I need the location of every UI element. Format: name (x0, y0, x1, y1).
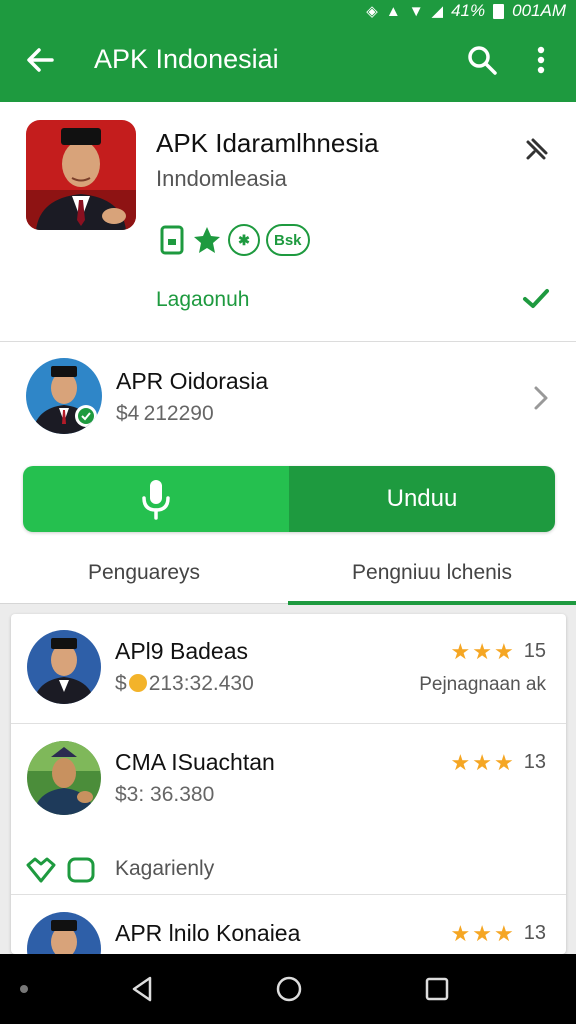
rating-count: 13 (523, 751, 546, 773)
list-item-badges (25, 855, 97, 885)
status-bar: ◈ ▲ ▼ ◢ 41% 001AM (366, 0, 566, 22)
list-item-avatar (27, 630, 101, 704)
list-item[interactable]: APl9 Badeas $213:32.430 ★ ★ ★ 15 Pejnagn… (11, 614, 566, 724)
more-vert-icon[interactable] (526, 42, 556, 78)
battery-icon (493, 3, 505, 19)
system-nav-bar (0, 954, 576, 1024)
star-icon: ★ (472, 638, 493, 664)
nav-home-icon[interactable] (274, 974, 304, 1004)
app-list: APl9 Badeas $213:32.430 ★ ★ ★ 15 Pejnagn… (11, 614, 566, 954)
tab-label: Penguareys (87, 561, 201, 584)
star-icon: ★ (494, 749, 514, 775)
heart-icon (26, 857, 56, 883)
list-item[interactable]: CMA ISuachtan $3: 36.380 ★ ★ ★ 13 Kagari… (11, 725, 566, 895)
tab-bar: Penguareys Pengniuu lchenis (0, 542, 576, 605)
list-item-price-value: 213:32.430 (148, 672, 254, 695)
install-status-label: Lagaonuh (156, 288, 250, 311)
voice-button[interactable] (23, 466, 289, 532)
list-item-category: Kagarienly (115, 857, 215, 880)
developer-avatar (26, 358, 102, 434)
rating-stars: ★ ★ ★ 15 (451, 640, 546, 663)
list-item-title: APl9 Badeas (115, 638, 248, 664)
check-icon (523, 289, 549, 308)
app-bar: APK Indonesiai (0, 22, 576, 98)
wifi-icon: ▼ (408, 2, 424, 20)
list-item-avatar (27, 912, 101, 954)
list-item-price: $213:32.430 (115, 672, 254, 695)
tab-label: Pengniuu lchenis (352, 561, 512, 584)
tab-indicator (288, 601, 576, 605)
star-icon: ★ (494, 638, 514, 664)
tab-second[interactable]: Pengniuu lchenis (288, 542, 576, 605)
star-icon: ★ (450, 920, 471, 946)
device-icon (160, 225, 184, 255)
wishlist-icon[interactable] (522, 134, 552, 164)
app-icon (26, 120, 136, 230)
arrow-left-icon[interactable] (22, 42, 58, 78)
app-name: APK Idaramlhnesia (156, 128, 379, 158)
app-badges: ✱ Bsk (158, 224, 310, 256)
star-icon: ★ (472, 749, 493, 775)
coin-icon (128, 674, 147, 692)
rating-stars: ★ ★ ★ 13 (451, 751, 546, 774)
shield-icon: ◈ (366, 3, 378, 20)
battery-text: 41% (451, 1, 486, 20)
clock: 001AM (512, 1, 566, 20)
app-header-card: APK Idaramlhnesia Inndomleasia ✱ Bsk Lag… (0, 102, 576, 342)
app-bar-title: APK Indonesiai (94, 44, 279, 74)
download-button[interactable]: Unduu (289, 466, 555, 532)
developer-subtitle: $4 212290 (116, 402, 214, 425)
star-icon: ★ (494, 920, 514, 946)
nav-dot-icon (20, 985, 28, 993)
action-bar: Unduu (0, 460, 576, 542)
nav-recents-icon[interactable] (422, 974, 452, 1004)
rating-badge: Bsk (266, 224, 310, 256)
rating-count: 15 (523, 640, 546, 662)
list-item-price: $3: 36.380 (115, 783, 215, 806)
list-item-title: CMA ISuachtan (115, 749, 275, 775)
list-item-avatar (27, 741, 101, 815)
star-icon: ★ (450, 749, 471, 775)
star-icon: ★ (450, 638, 471, 664)
search-icon[interactable] (464, 42, 500, 78)
download-button-group: Unduu (23, 466, 555, 532)
developer-name: APR Oidorasia (116, 368, 269, 394)
rating-stars: ★ ★ ★ 13 (451, 922, 546, 945)
microphone-icon (142, 480, 170, 520)
list-item[interactable]: APR lnilo Konaiea ★ ★ ★ 13 (11, 896, 566, 954)
star-icon: ★ (472, 920, 493, 946)
top-app-bar: ◈ ▲ ▼ ◢ 41% 001AM APK Indonesiai (0, 0, 576, 102)
list-item-subtitle: Pejnagnaan ak (419, 674, 546, 695)
tab-first[interactable]: Penguareys (0, 542, 288, 604)
rating-count: 13 (523, 922, 546, 944)
app-developer[interactable]: Inndomleasia (156, 166, 287, 192)
nav-back-icon[interactable] (128, 974, 158, 1004)
editors-choice-icon: ✱ (228, 224, 260, 256)
star-icon (194, 227, 220, 253)
signal-icon: ◢ (431, 3, 444, 20)
list-item-title: APR lnilo Konaiea (115, 920, 301, 946)
developer-row[interactable]: APR Oidorasia $4 212290 (0, 342, 576, 460)
chat-icon (67, 857, 95, 883)
chevron-right-icon (534, 386, 548, 410)
lock-icon: ▲ (385, 2, 401, 20)
